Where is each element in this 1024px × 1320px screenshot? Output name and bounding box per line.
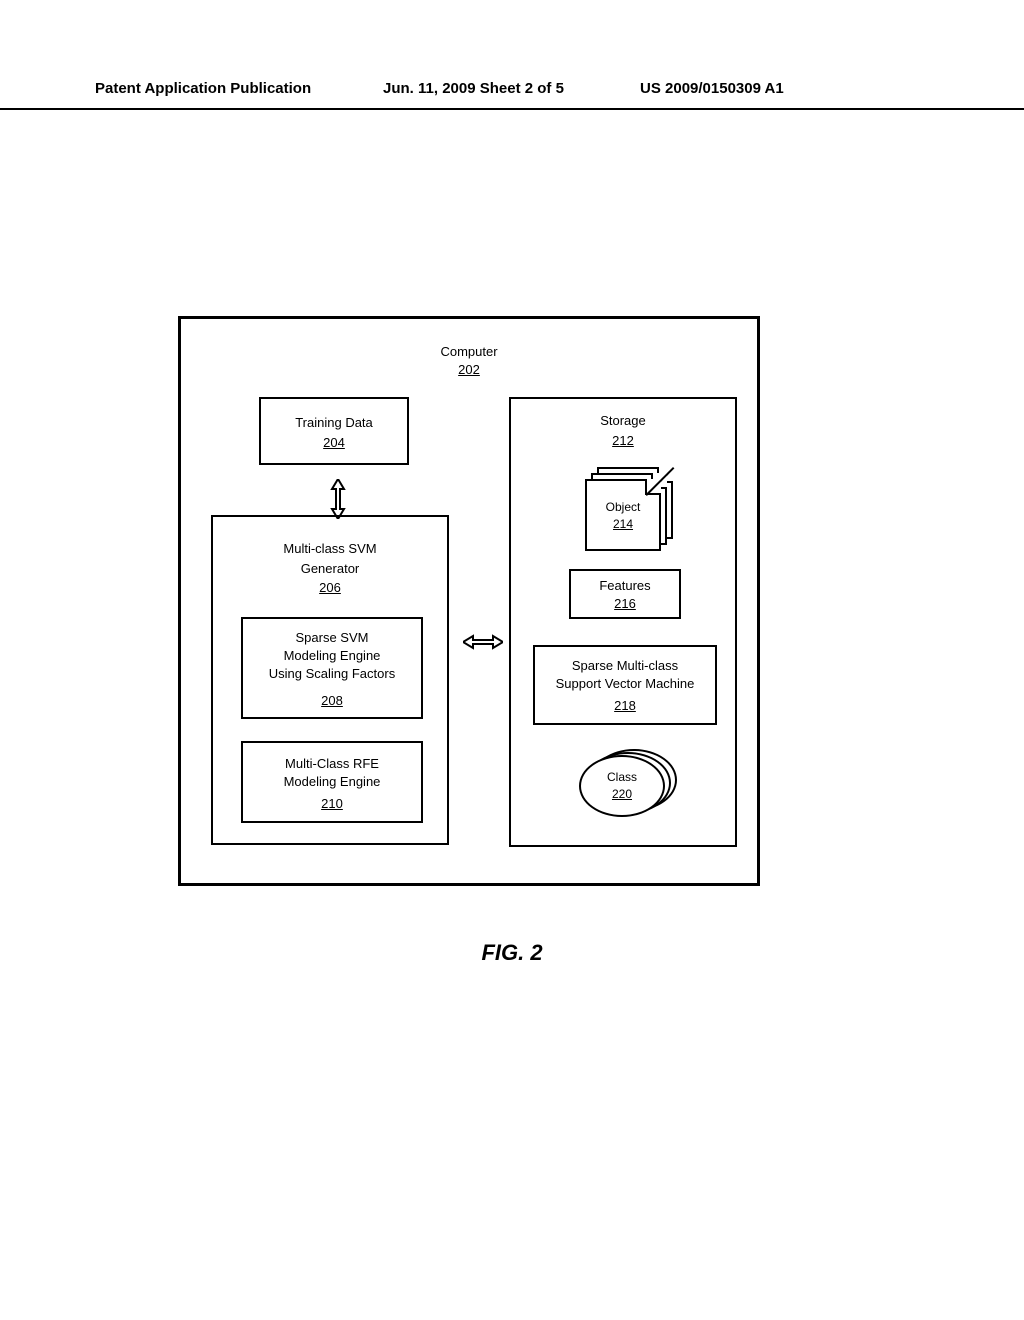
features-label: Features: [599, 578, 650, 593]
storage-box: Storage 212 Object 214 Features 216 Spar…: [509, 397, 737, 847]
class-ref: 220: [612, 787, 632, 801]
storage-label: Storage 212: [511, 411, 735, 450]
training-data-box: Training Data 204: [259, 397, 409, 465]
vertical-double-arrow-icon: [329, 479, 347, 519]
class-ellipse-front: Class 220: [579, 755, 665, 817]
header-mid-text: Jun. 11, 2009 Sheet 2 of 5: [383, 80, 564, 97]
computer-label: Computer 202: [181, 343, 757, 378]
features-box: Features 216: [569, 569, 681, 619]
object-stack: Object 214: [585, 467, 675, 553]
sparse-engine-box: Sparse SVM Modeling Engine Using Scaling…: [241, 617, 423, 719]
svm-ref: 218: [535, 697, 715, 715]
header-right-text: US 2009/0150309 A1: [640, 80, 784, 97]
generator-box: Multi-class SVM Generator 206 Sparse SVM…: [211, 515, 449, 845]
rfe-engine-ref: 210: [243, 795, 421, 813]
training-ref: 204: [323, 435, 345, 450]
figure-caption: FIG. 2: [0, 940, 1024, 966]
sparse-engine-ref: 208: [243, 692, 421, 710]
header-left-text: Patent Application Publication: [95, 80, 311, 97]
rfe-engine-box: Multi-Class RFE Modeling Engine 210: [241, 741, 423, 823]
svm-label: Sparse Multi-class Support Vector Machin…: [556, 658, 695, 691]
object-label: Object: [606, 500, 641, 514]
training-label: Training Data: [295, 415, 373, 430]
generator-label: Multi-class SVM Generator 206: [213, 539, 447, 598]
computer-label-text: Computer: [440, 344, 497, 359]
features-ref: 216: [614, 596, 636, 611]
storage-label-text: Storage: [600, 413, 646, 428]
object-doc-front: Object 214: [585, 479, 661, 551]
sparse-engine-label: Sparse SVM Modeling Engine Using Scaling…: [269, 630, 395, 681]
computer-ref: 202: [458, 362, 480, 377]
computer-container-box: Computer 202 Training Data 204 Multi-cla…: [178, 316, 760, 886]
page-header: Patent Application Publication Jun. 11, …: [0, 82, 1024, 110]
generator-ref: 206: [319, 580, 341, 595]
rfe-engine-label: Multi-Class RFE Modeling Engine: [284, 756, 381, 789]
svm-box: Sparse Multi-class Support Vector Machin…: [533, 645, 717, 725]
generator-label-text: Multi-class SVM Generator: [283, 541, 376, 576]
object-ref: 214: [613, 517, 633, 531]
horizontal-double-arrow-icon: [463, 633, 503, 651]
class-label: Class: [607, 770, 637, 784]
storage-ref: 212: [612, 433, 634, 448]
class-stack: Class 220: [579, 749, 679, 829]
